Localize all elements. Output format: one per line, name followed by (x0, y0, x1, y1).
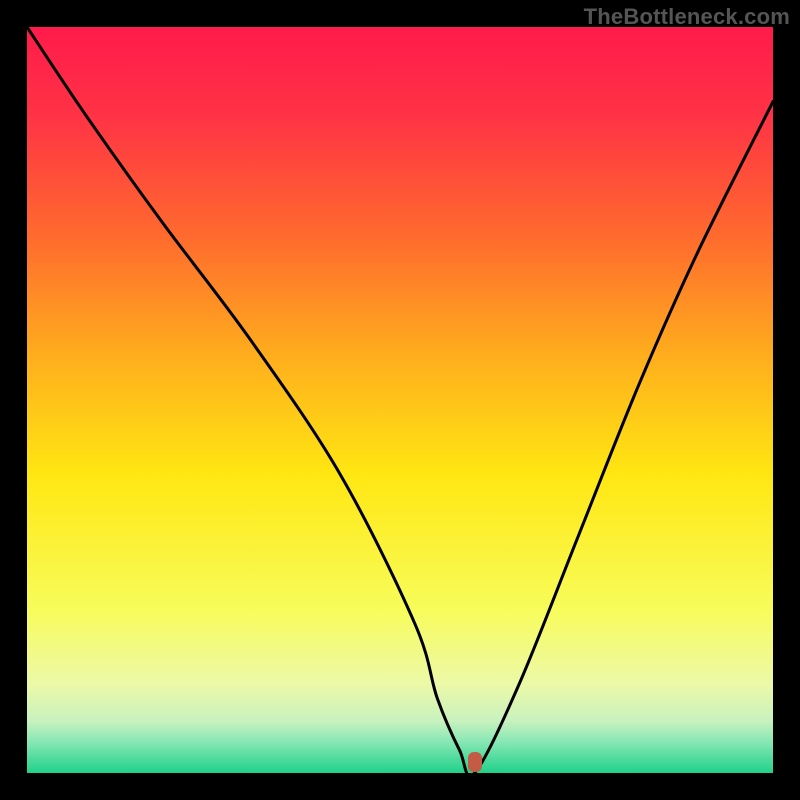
plot-svg (27, 27, 773, 773)
minimum-marker (468, 752, 482, 772)
watermark-text: TheBottleneck.com (584, 4, 790, 30)
plot-area (27, 27, 773, 773)
chart-root: TheBottleneck.com (0, 0, 800, 800)
gradient-background (27, 27, 773, 773)
